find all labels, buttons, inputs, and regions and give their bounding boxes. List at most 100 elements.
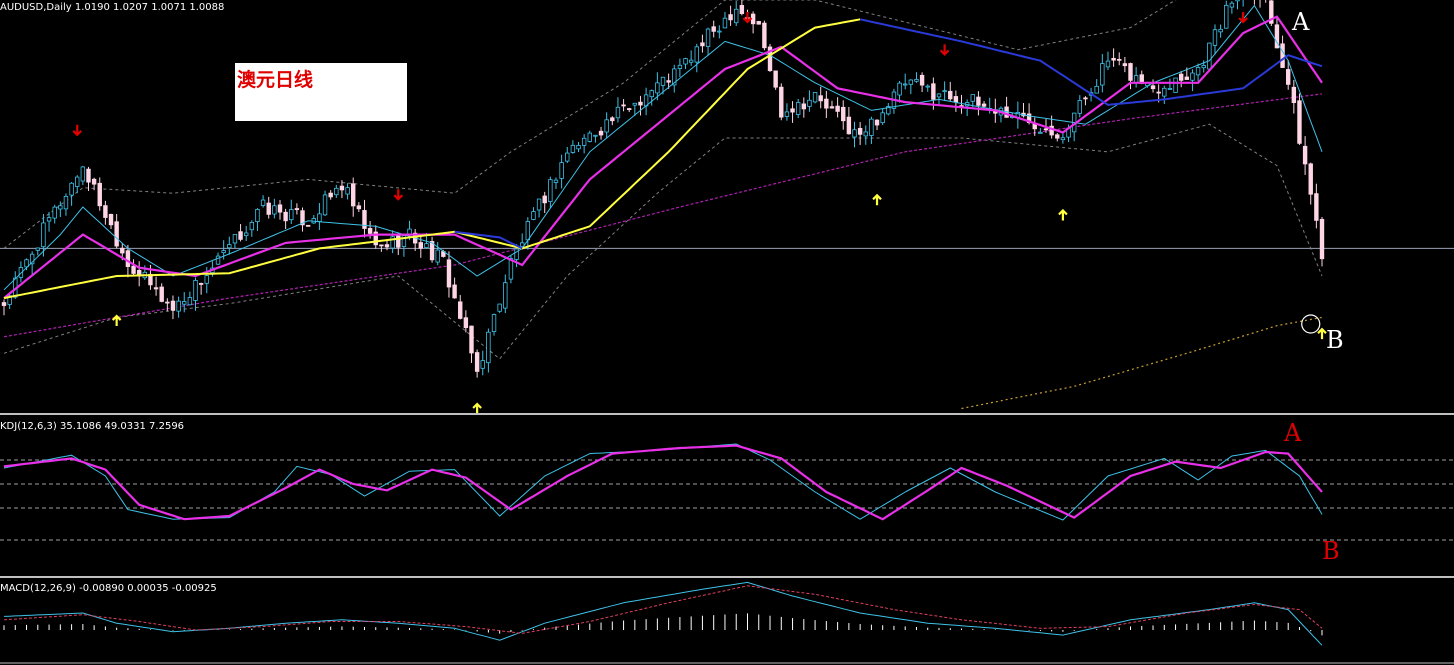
candle-body xyxy=(942,90,947,93)
candle-body xyxy=(491,314,497,333)
kdj-header: KDJ(12,6,3) 35.1086 49.0331 7.2596 xyxy=(0,421,185,432)
candle-body xyxy=(1184,76,1190,80)
candle-body xyxy=(170,300,176,311)
candle-body xyxy=(1,302,7,306)
candle-body xyxy=(277,204,283,213)
candle-body xyxy=(1286,69,1291,85)
candle-body xyxy=(976,96,981,106)
candle-body xyxy=(1212,29,1218,46)
candle-body xyxy=(317,213,322,222)
candle-body xyxy=(660,76,666,86)
candle-body xyxy=(289,209,294,221)
candle-body xyxy=(1156,91,1161,94)
sell-arrow xyxy=(72,124,83,137)
candle-body xyxy=(508,258,514,280)
candle-body xyxy=(559,162,564,179)
candle-body xyxy=(463,317,469,329)
candle-body xyxy=(1190,72,1195,81)
candle-body xyxy=(255,209,260,223)
candle-body xyxy=(525,221,531,241)
candle-body xyxy=(981,103,987,107)
candle-body xyxy=(638,101,643,106)
annotation-top-b: B xyxy=(1326,326,1344,354)
candle-body xyxy=(97,182,102,207)
candle-body xyxy=(480,360,485,369)
candle-body xyxy=(728,14,733,21)
candle-body xyxy=(841,106,846,122)
candle-body xyxy=(283,211,288,222)
macd-header: MACD(12,26,9) -0.00890 0.00035 -0.00925 xyxy=(0,583,217,594)
candle-body xyxy=(852,129,857,138)
candle-body xyxy=(1235,0,1240,2)
candle-body xyxy=(587,132,592,142)
title-box: 澳元日线 xyxy=(235,63,407,121)
candle-body xyxy=(52,206,57,219)
candle-body xyxy=(182,301,187,305)
candle-body xyxy=(103,205,108,218)
buy-arrow xyxy=(1058,208,1068,221)
candle-body xyxy=(604,119,609,133)
candle-body xyxy=(424,243,429,248)
buy-arrow xyxy=(872,193,882,206)
candle-body xyxy=(1218,28,1223,33)
candle-body xyxy=(649,90,654,98)
candle-body xyxy=(334,187,339,196)
candle-body xyxy=(379,244,384,247)
candle-body xyxy=(1105,60,1111,68)
price-chart[interactable] xyxy=(0,0,1454,665)
candle-body xyxy=(666,80,671,83)
candle-body xyxy=(1162,87,1167,97)
candle-body xyxy=(114,221,119,247)
annotation-top-a: A xyxy=(1292,8,1310,36)
candle-body xyxy=(345,187,350,195)
candle-body xyxy=(266,202,271,215)
candle-body xyxy=(497,303,502,312)
candle-body xyxy=(46,217,52,222)
candle-body xyxy=(384,244,390,248)
candle-body xyxy=(694,46,699,63)
candle-body xyxy=(339,185,345,191)
candle-body xyxy=(176,300,181,312)
candle-body xyxy=(187,297,193,306)
candle-body xyxy=(243,232,249,237)
candle-body xyxy=(705,28,711,47)
candle-body xyxy=(807,99,812,107)
candle-body xyxy=(1207,42,1212,70)
candle-body xyxy=(238,231,243,240)
candle-body xyxy=(553,179,559,183)
target-circle xyxy=(1301,314,1321,334)
bollinger-lower xyxy=(3,123,1323,360)
candle-body xyxy=(1060,137,1066,141)
candle-body xyxy=(790,108,795,113)
candle-body xyxy=(125,250,131,267)
candle-body xyxy=(610,117,615,122)
candle-body xyxy=(1319,218,1325,260)
candle-body xyxy=(58,205,63,210)
sell-arrow xyxy=(1238,12,1248,24)
candle-body xyxy=(80,166,86,182)
candle-body xyxy=(75,176,80,187)
candle-body xyxy=(322,194,328,216)
candle-body xyxy=(756,21,761,25)
candle-body xyxy=(1122,63,1128,67)
candle-body xyxy=(1308,163,1313,195)
candle-body xyxy=(655,82,660,94)
candle-body xyxy=(914,79,919,82)
candle-body xyxy=(857,127,863,135)
candle-body xyxy=(1133,75,1139,83)
candle-body xyxy=(1111,57,1116,61)
candle-body xyxy=(435,249,440,263)
candle-body xyxy=(1167,88,1173,90)
candle-body xyxy=(717,30,722,33)
candle-body xyxy=(824,98,829,109)
buy-arrow xyxy=(472,402,482,414)
candle-body xyxy=(570,144,576,153)
candle-body xyxy=(931,83,936,100)
candle-body xyxy=(198,283,204,285)
title-text: 澳元日线 xyxy=(237,69,314,91)
candle-body xyxy=(1314,193,1319,221)
candle-body xyxy=(232,233,238,244)
candle-body xyxy=(120,247,125,254)
candle-body xyxy=(739,5,745,14)
annotation-kdj-a: A xyxy=(1284,419,1302,447)
